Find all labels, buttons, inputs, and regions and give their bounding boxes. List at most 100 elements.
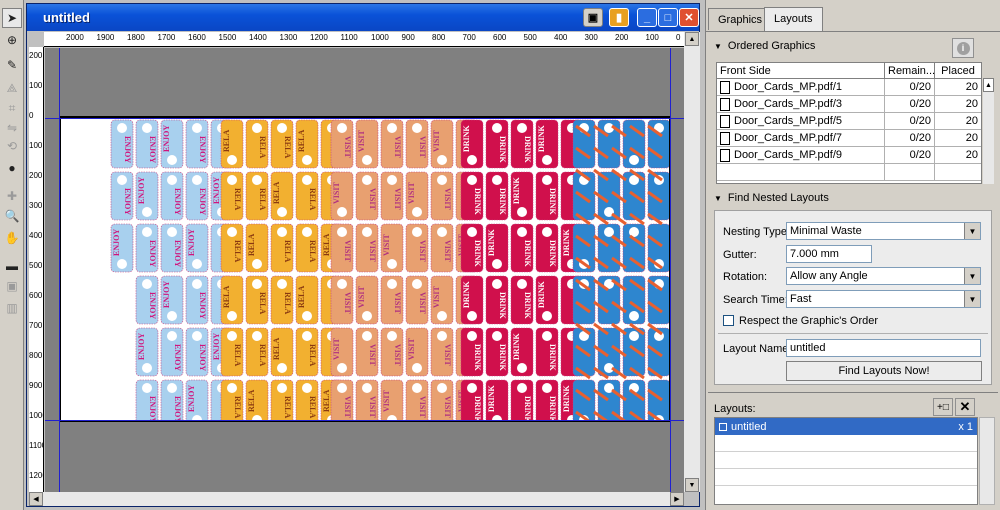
dropdown-icon[interactable]: ▼ (964, 223, 980, 239)
svg-text:VISIT: VISIT (332, 182, 341, 204)
graphic-name: Door_Cards_MP.pdf/1 (734, 81, 843, 93)
scroll-down-icon[interactable]: ▼ (685, 478, 699, 492)
tool-palette: ➤ ⊕ ✎ ⟁ ⌗ ⇋ ⟲ ● ✚ 🔍 ✋ ▬ ▣ ▥ (0, 0, 24, 510)
layouts-list[interactable]: untitled x 1 (714, 417, 978, 505)
table-row[interactable]: Door_Cards_MP.pdf/3 0/20 20 (717, 95, 981, 113)
layout-name-input[interactable]: untitled (786, 339, 981, 357)
view-icon[interactable]: ▣ (583, 8, 603, 27)
door-hanger-card: VISIT (430, 379, 454, 420)
scroll-right-icon[interactable]: ▶ (670, 492, 684, 506)
collapse-icon[interactable]: ▼ (714, 42, 722, 51)
door-hanger-card: ENJOY (135, 223, 159, 273)
svg-text:RELA: RELA (247, 234, 256, 256)
door-hanger-card: VISIT (330, 119, 354, 169)
column-front-side[interactable]: Front Side (717, 63, 885, 78)
shape-tool-icon[interactable]: ▣ (2, 276, 22, 296)
svg-text:RELA: RELA (308, 240, 317, 262)
svg-text:VISIT: VISIT (368, 188, 377, 210)
layer-tool-icon[interactable]: ▥ (2, 298, 22, 318)
svg-text:VISIT: VISIT (407, 338, 416, 360)
ink-tool-icon[interactable]: ● (2, 158, 22, 178)
door-hanger-card: ENJOY (185, 171, 209, 221)
door-hanger-card: DRINK (535, 327, 559, 377)
column-remain[interactable]: Remain... (885, 63, 935, 78)
door-hanger-card: DRINK (510, 119, 534, 169)
table-row[interactable]: Door_Cards_MP.pdf/5 0/20 20 (717, 112, 981, 130)
graphic-thumbnail-icon (720, 97, 730, 111)
transform-tool-icon[interactable]: ⌗ (2, 98, 22, 118)
ruler-tick-label: 1000 (371, 33, 389, 42)
svg-text:VISIT: VISIT (418, 396, 427, 418)
svg-text:RELA: RELA (258, 292, 267, 314)
canvas-area[interactable]: ENJOY ENJOY ENJOY ENJOY ENJOY ENJOY ENJOY ENJOY… (45, 48, 684, 492)
scroll-left-icon[interactable]: ◀ (29, 492, 43, 506)
svg-text:DRINK: DRINK (548, 240, 557, 267)
line-tool-icon[interactable]: ✎ (2, 55, 22, 75)
nesting-type-value: Minimal Waste (790, 225, 862, 237)
media-sheet[interactable]: ENJOY ENJOY ENJOY ENJOY ENJOY ENJOY ENJOY ENJOY… (59, 116, 671, 422)
maximize-button[interactable]: □ (658, 8, 678, 27)
mirror-tool-icon[interactable]: ⇋ (2, 118, 22, 138)
vertical-scrollbar[interactable]: ▲ ▼ (684, 32, 700, 492)
window-titlebar[interactable]: untitled ▣ ▮ _ □ ✕ (27, 4, 699, 31)
guide-line[interactable] (45, 420, 684, 421)
svg-text:VISIT: VISIT (407, 182, 416, 204)
gutter-input[interactable]: 7.000 mm (786, 245, 872, 263)
crop-tool-icon[interactable]: ⟁ (2, 78, 22, 98)
svg-text:DRINK: DRINK (498, 292, 507, 319)
svg-text:RELA: RELA (297, 130, 306, 152)
ordered-graphics-list[interactable]: Front Side Remain... Placed Door_Cards_M… (716, 62, 982, 184)
nesting-type-select[interactable]: Minimal Waste ▼ (786, 222, 981, 240)
door-hanger-card: ENJOY (160, 275, 184, 325)
door-hanger-card: VISIT (380, 327, 404, 377)
remain-value: 0/20 (885, 146, 935, 164)
table-row[interactable]: Door_Cards_MP.pdf/7 0/20 20 (717, 129, 981, 147)
horizontal-scrollbar[interactable]: ◀ ▶ (29, 492, 684, 506)
add-layout-icon[interactable]: +□ (933, 398, 953, 416)
svg-text:ENJOY: ENJOY (112, 229, 121, 256)
find-layouts-button[interactable]: Find Layouts Now! (786, 361, 982, 381)
eyedropper-tool-icon[interactable]: ✚ (2, 186, 22, 206)
node-tool-icon[interactable]: ⊕ (2, 30, 22, 50)
search-time-select[interactable]: Fast ▼ (786, 290, 981, 308)
close-button[interactable]: ✕ (679, 8, 699, 27)
ruler-tick-label: 0 (29, 111, 34, 120)
zoom-tool-icon[interactable]: 🔍 (2, 206, 22, 226)
svg-text:VISIT: VISIT (357, 286, 366, 308)
collapse-icon[interactable]: ▼ (714, 194, 722, 203)
remain-value: 0/20 (885, 95, 935, 113)
guide-line[interactable] (59, 48, 60, 492)
info-button[interactable]: i (952, 38, 974, 58)
ruler-tool-icon[interactable]: ▬ (2, 256, 22, 276)
door-hanger-card: DRINK (510, 379, 534, 420)
door-hanger-card: ENJOY (135, 327, 159, 377)
dropdown-icon[interactable]: ▼ (964, 268, 980, 284)
svg-text:DRINK: DRINK (512, 177, 521, 204)
hand-tool-icon[interactable]: ✋ (2, 228, 22, 248)
guide-line[interactable] (670, 48, 671, 492)
scroll-up-icon[interactable]: ▲ (685, 32, 699, 46)
table-row[interactable]: Door_Cards_MP.pdf/9 0/20 20 (717, 146, 981, 164)
column-placed[interactable]: Placed (935, 63, 981, 78)
tab-graphics[interactable]: Graphics (708, 8, 773, 30)
respect-order-checkbox[interactable] (723, 315, 734, 326)
arrow-tool-icon[interactable]: ➤ (2, 8, 22, 28)
find-nested-header[interactable]: ▼ Find Nested Layouts (714, 192, 829, 204)
rotation-select[interactable]: Allow any Angle ▼ (786, 267, 981, 285)
delete-layout-icon[interactable]: ✕ (955, 398, 975, 416)
rotate-tool-icon[interactable]: ⟲ (2, 136, 22, 156)
svg-text:DRINK: DRINK (473, 188, 482, 215)
layout-item[interactable]: untitled x 1 (715, 418, 977, 435)
door-hanger-card: DRINK (510, 275, 534, 325)
tab-layouts[interactable]: Layouts (764, 7, 823, 31)
ordered-graphics-header[interactable]: ▼ Ordered Graphics (714, 40, 815, 52)
layers-icon[interactable]: ▮ (609, 8, 629, 27)
dropdown-icon[interactable]: ▼ (964, 291, 980, 307)
minimize-button[interactable]: _ (637, 8, 657, 27)
move-up-icon[interactable]: ▲ (983, 78, 994, 92)
guide-line[interactable] (45, 118, 684, 119)
door-hanger-card: RELA (295, 171, 319, 221)
info-icon: i (956, 41, 970, 55)
table-row[interactable]: Door_Cards_MP.pdf/1 0/20 20 (717, 78, 981, 96)
svg-text:RELA: RELA (322, 234, 331, 256)
